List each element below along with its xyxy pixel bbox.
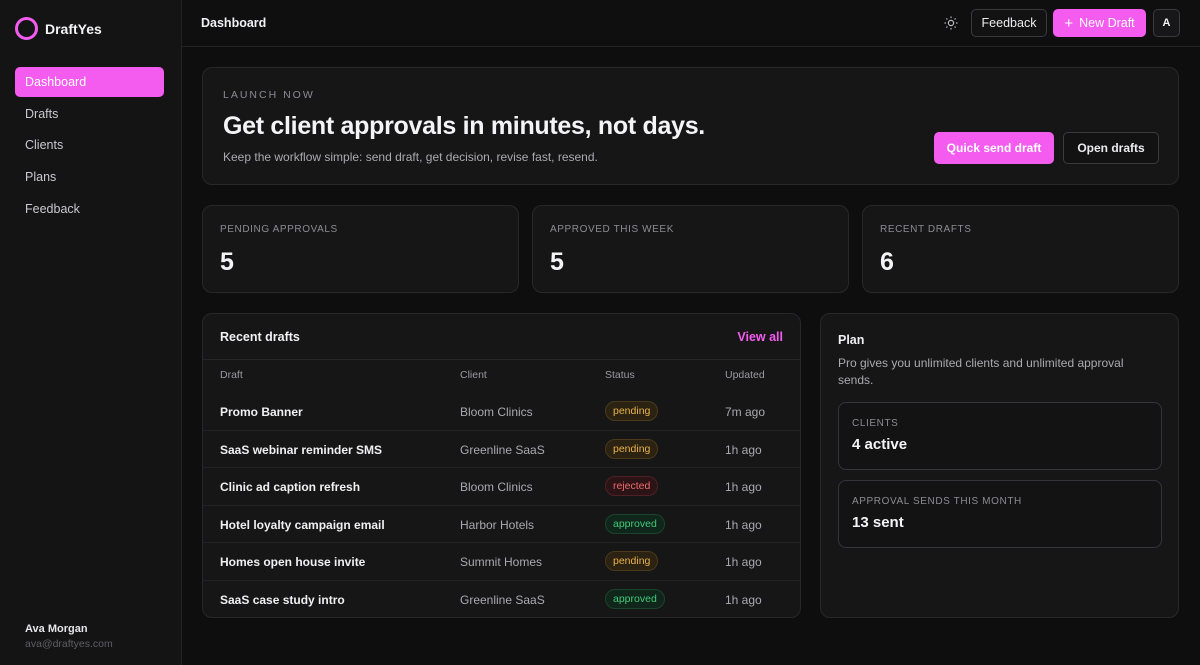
stat-card-approved: APPROVED THIS WEEK 5 xyxy=(532,205,849,293)
sidebar-item-drafts[interactable]: Drafts xyxy=(15,99,164,129)
stat-value: 5 xyxy=(220,248,234,276)
table-row[interactable]: Clinic ad caption refresh Bloom Clinics … xyxy=(203,468,800,506)
clients-label: CLIENTS xyxy=(852,418,899,429)
table-row[interactable]: Hotel loyalty campaign email Harbor Hote… xyxy=(203,506,800,543)
feedback-button[interactable]: Feedback xyxy=(971,9,1047,37)
status-badge: pending xyxy=(605,438,659,459)
sidebar-item-feedback[interactable]: Feedback xyxy=(15,194,164,224)
table-header: Draft Client Status Updated xyxy=(203,369,800,389)
new-draft-button[interactable]: + New Draft xyxy=(1053,9,1146,37)
table-row[interactable]: Promo Banner Bloom Clinics pending 7m ag… xyxy=(203,393,800,431)
table-row[interactable]: Homes open house invite Summit Homes pen… xyxy=(203,543,800,581)
logo-ring-icon xyxy=(15,17,38,40)
updated-time: 1h ago xyxy=(725,555,762,569)
user-name: Ava Morgan xyxy=(25,623,88,635)
status-badge: approved xyxy=(605,588,665,609)
feedback-button-label: Feedback xyxy=(981,16,1037,30)
sidebar-item-clients[interactable]: Clients xyxy=(15,130,164,160)
updated-time: 1h ago xyxy=(725,517,762,532)
sidebar: DraftYes Dashboard Drafts Clients Plans … xyxy=(0,0,182,665)
plan-title: Plan xyxy=(838,333,865,347)
table-row[interactable]: SaaS case study intro Greenline SaaS app… xyxy=(203,581,800,619)
stat-value: 6 xyxy=(880,248,894,276)
client-name: Bloom Clinics xyxy=(460,405,533,419)
draft-name: Homes open house invite xyxy=(220,555,366,569)
status-badge: rejected xyxy=(605,476,659,496)
recent-drafts-card: Recent drafts View all Draft Client Stat… xyxy=(202,313,801,618)
hero-title: Get client approvals in minutes, not day… xyxy=(223,112,705,140)
column-header-status: Status xyxy=(605,369,635,381)
column-header-client: Client xyxy=(460,369,487,381)
stat-card-pending: PENDING APPROVALS 5 xyxy=(202,205,519,293)
sends-summary: APPROVAL SENDS THIS MONTH 13 sent xyxy=(838,480,1162,548)
launch-card: LAUNCH NOW Get client approvals in minut… xyxy=(202,67,1179,185)
sidebar-item-dashboard[interactable]: Dashboard xyxy=(15,67,164,97)
plan-description: Pro gives you unlimited clients and unli… xyxy=(838,356,1124,387)
sends-label: APPROVAL SENDS THIS MONTH xyxy=(852,496,1022,507)
draft-name: SaaS case study intro xyxy=(220,592,345,607)
stat-value: 5 xyxy=(550,248,564,276)
updated-time: 1h ago xyxy=(725,592,762,607)
stat-label: PENDING APPROVALS xyxy=(220,224,338,235)
recent-drafts-title: Recent drafts xyxy=(220,330,300,344)
new-draft-label: New Draft xyxy=(1079,16,1135,30)
quick-send-draft-button[interactable]: Quick send draft xyxy=(934,132,1054,164)
sidebar-nav: Dashboard Drafts Clients Plans Feedback xyxy=(15,67,164,225)
clients-summary: CLIENTS 4 active xyxy=(838,402,1162,470)
updated-time: 1h ago xyxy=(725,442,762,457)
stat-label: RECENT DRAFTS xyxy=(880,224,972,235)
status-badge: approved xyxy=(605,513,665,534)
open-drafts-button[interactable]: Open drafts xyxy=(1063,132,1159,164)
client-name: Harbor Hotels xyxy=(460,517,535,532)
draft-name: SaaS webinar reminder SMS xyxy=(220,442,383,457)
launch-eyebrow: LAUNCH NOW xyxy=(223,89,315,101)
brand-name: DraftYes xyxy=(45,20,102,37)
table-row[interactable]: SaaS webinar reminder SMS Greenline SaaS… xyxy=(203,431,800,468)
clients-value: 4 active xyxy=(852,436,908,453)
updated-time: 7m ago xyxy=(725,405,766,419)
sidebar-item-plans[interactable]: Plans xyxy=(15,162,164,192)
user-info: Ava Morgan ava@draftyes.com xyxy=(25,623,113,650)
client-name: Bloom Clinics xyxy=(460,480,533,494)
client-name: Greenline SaaS xyxy=(460,442,545,457)
column-header-updated: Updated xyxy=(725,369,765,381)
page-title: Dashboard xyxy=(201,16,267,30)
draft-name: Clinic ad caption refresh xyxy=(220,480,361,494)
status-badge: pending xyxy=(605,551,659,571)
view-all-link[interactable]: View all xyxy=(737,330,783,344)
hero-subtitle: Keep the workflow simple: send draft, ge… xyxy=(223,150,598,164)
column-header-draft: Draft xyxy=(220,369,243,381)
topbar: Dashboard Feedback + New Draft A xyxy=(182,0,1200,47)
updated-time: 1h ago xyxy=(725,480,762,494)
status-badge: pending xyxy=(605,401,659,421)
client-name: Summit Homes xyxy=(460,555,543,569)
divider xyxy=(203,359,800,360)
sun-icon[interactable] xyxy=(943,15,959,31)
plan-card: Plan Pro gives you unlimited clients and… xyxy=(820,313,1179,618)
user-email: ava@draftyes.com xyxy=(25,638,113,650)
client-name: Greenline SaaS xyxy=(460,592,545,607)
plus-icon: + xyxy=(1064,14,1074,32)
stat-label: APPROVED THIS WEEK xyxy=(550,224,674,235)
avatar[interactable]: A xyxy=(1153,9,1180,37)
brand-logo[interactable]: DraftYes xyxy=(15,17,102,40)
draft-name: Promo Banner xyxy=(220,405,303,419)
sends-value: 13 sent xyxy=(852,514,904,531)
draft-name: Hotel loyalty campaign email xyxy=(220,517,385,532)
stat-card-recent: RECENT DRAFTS 6 xyxy=(862,205,1179,293)
